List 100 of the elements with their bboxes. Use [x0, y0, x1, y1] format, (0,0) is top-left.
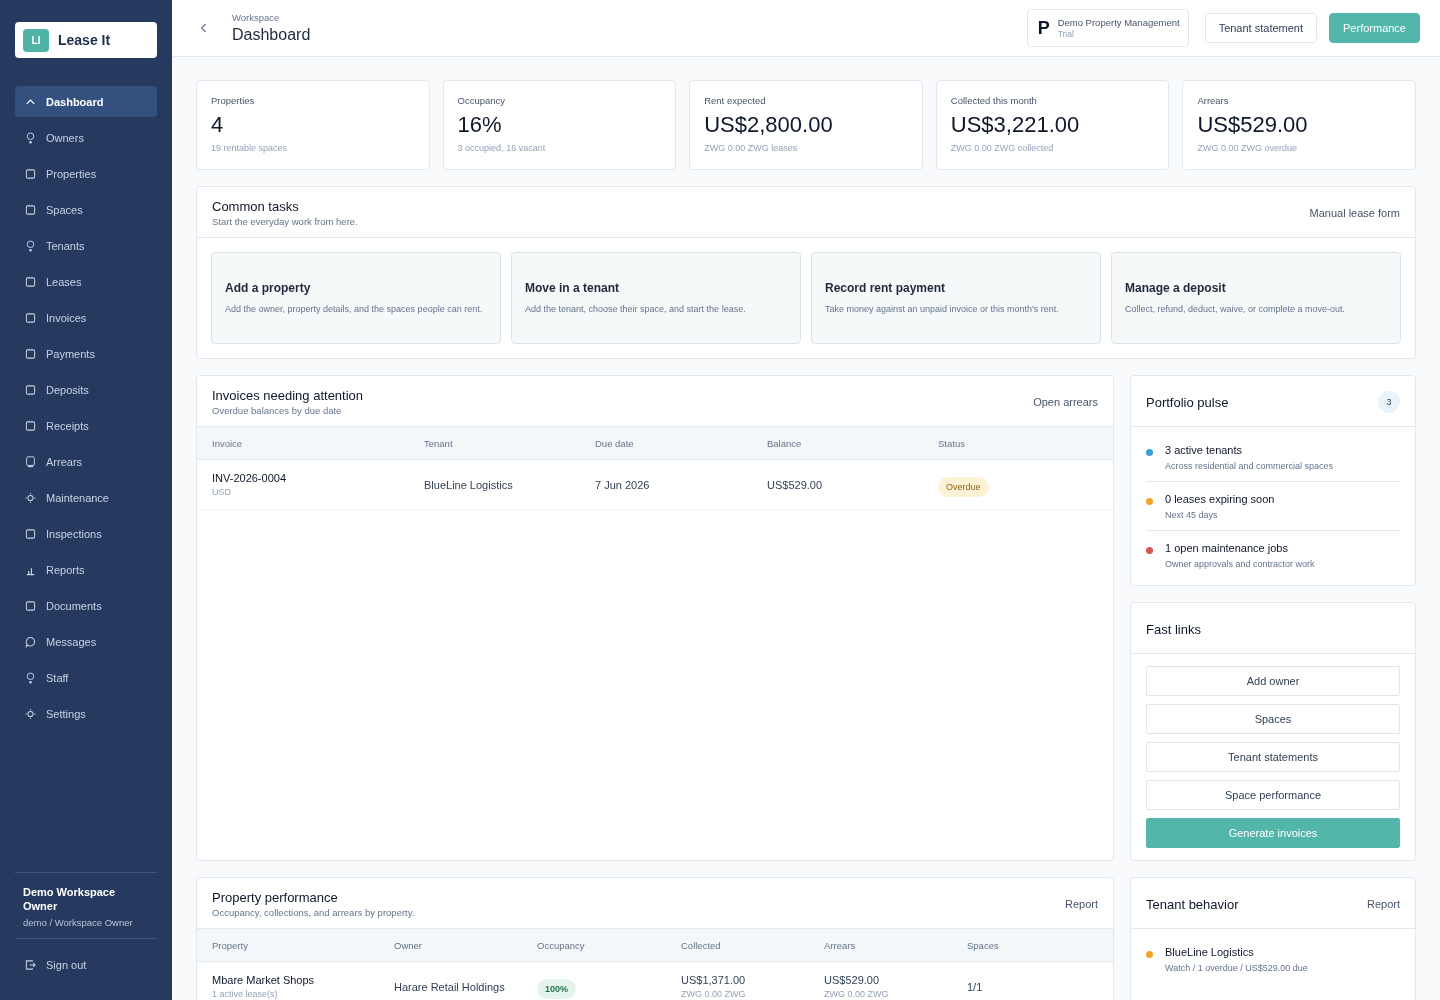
nav-item[interactable]: Payments — [15, 338, 157, 369]
task-description: Add the owner, property details, and the spaces people can rent. — [225, 302, 484, 316]
nav-item[interactable]: Invoices — [15, 302, 157, 333]
pulse-note: Next 45 days — [1165, 510, 1219, 520]
nav-item[interactable]: Owners — [15, 122, 157, 153]
table-cell-text: BlueLine Logistics — [424, 478, 514, 491]
settings-icon — [25, 491, 36, 504]
logo-badge: LI — [23, 28, 49, 52]
lease-count: 1 active lease(s) — [212, 989, 279, 999]
table-cell-text: US$529.00 — [767, 478, 824, 491]
link-button[interactable]: Space performance — [1146, 780, 1400, 810]
square-icon — [25, 599, 36, 612]
breadcrumb: Workspace — [232, 12, 281, 23]
status-badge: Overdue — [938, 476, 989, 497]
pulse-note: Across residential and commercial spaces — [1165, 461, 1334, 471]
card-title: Common tasks — [212, 199, 300, 214]
nav-item[interactable]: Maintenance — [15, 482, 157, 513]
column-header: Tenant — [424, 437, 454, 449]
square-icon — [25, 383, 36, 396]
link-button[interactable]: Spaces — [1146, 704, 1400, 734]
stat-label: Arrears — [1197, 95, 1230, 106]
tablet-icon — [25, 455, 36, 468]
stat-value: 4 — [211, 112, 225, 138]
card-title: Fast links — [1146, 621, 1201, 637]
tenant-note: Watch / 1 overdue / US$529.00 due — [1165, 963, 1308, 973]
person-icon — [25, 131, 36, 144]
report-link[interactable]: Report — [1064, 898, 1098, 910]
sign-out-link[interactable]: Sign out — [15, 949, 157, 980]
task-title: Move in a tenant — [525, 280, 620, 295]
nav-item[interactable]: Tenants — [15, 230, 157, 261]
column-header: Status — [938, 437, 966, 449]
nav-item[interactable]: Deposits — [15, 374, 157, 405]
manual-lease-link[interactable]: Manual lease form — [1309, 207, 1400, 219]
square-icon — [25, 275, 36, 288]
task-tile[interactable]: Manage a deposit Collect, refund, deduct, waive, or complete a move-out. — [1111, 252, 1401, 344]
column-header: Invoice — [212, 437, 244, 449]
column-header: Arrears — [824, 939, 857, 951]
nav-item[interactable]: Properties — [15, 158, 157, 189]
task-title: Add a property — [225, 280, 312, 295]
settings-icon — [25, 707, 36, 720]
link-button[interactable]: Tenant statements — [1146, 742, 1400, 772]
square-icon — [25, 347, 36, 360]
table-cell-text: 7 Jun 2026 — [595, 478, 651, 491]
column-header: Spaces — [967, 939, 1000, 951]
brand-name: Lease It — [58, 32, 111, 48]
nav-item[interactable]: Spaces — [15, 194, 157, 225]
task-description: Collect, refund, deduct, waive, or complete a move-out. — [1125, 302, 1347, 316]
table-cell-text: Harare Retail Holdings — [394, 980, 506, 993]
nav-item[interactable]: Reports — [15, 554, 157, 585]
nav-item[interactable]: Settings — [15, 698, 157, 729]
statement-button[interactable]: Tenant statement — [1204, 13, 1317, 43]
stat-value: US$529.00 — [1197, 112, 1309, 138]
tenant-name: BlueLine Logistics — [1165, 946, 1255, 958]
chat-icon — [25, 635, 36, 648]
organization-initial: P — [1037, 17, 1050, 39]
person-icon — [25, 239, 36, 252]
stat-label: Rent expected — [704, 95, 767, 106]
column-header: Collected — [681, 939, 722, 951]
card-subtitle: Start the everyday work from here. — [212, 216, 358, 227]
card-title: Invoices needing attention — [212, 388, 364, 403]
count-badge: 3 — [1378, 391, 1400, 413]
nav-item[interactable]: Leases — [15, 266, 157, 297]
page-title: Dashboard — [232, 26, 312, 44]
task-tile[interactable]: Add a property Add the owner, property details, and the spaces people can rent. — [211, 252, 501, 344]
stat-note: 19 rentable spaces — [211, 143, 289, 153]
task-tile[interactable]: Move in a tenant Add the tenant, choose their space, and start the lease. — [511, 252, 801, 344]
nav-item[interactable]: Staff — [15, 662, 157, 693]
nav-item[interactable]: Arrears — [15, 446, 157, 477]
open-arrears-link[interactable]: Open arrears — [1033, 396, 1098, 408]
pulse-title: 3 active tenants — [1165, 444, 1244, 456]
table-cell-text: 1/1 — [967, 980, 984, 993]
card-subtitle: Overdue balances by due date — [212, 405, 343, 416]
user-role: demo / Workspace Owner — [23, 917, 134, 928]
task-tile[interactable]: Record rent payment Take money against an unpaid invoice or this month's rent. — [811, 252, 1101, 344]
column-header: Balance — [767, 437, 803, 449]
report-link[interactable]: Report — [1366, 898, 1400, 910]
link-button[interactable]: Add owner — [1146, 666, 1400, 696]
table-cell-text: US$529.00 — [824, 974, 881, 986]
back-icon[interactable] — [200, 22, 208, 34]
card-title: Tenant behavior — [1146, 896, 1239, 912]
currency-label: USD — [212, 487, 232, 497]
nav-item[interactable]: Inspections — [15, 518, 157, 549]
table-cell-text: ZWG 0.00 ZWG — [824, 989, 890, 999]
stat-value: US$3,221.00 — [950, 112, 1081, 138]
column-header: Owner — [394, 939, 423, 951]
stat-note: 3 occupied, 16 vacant — [457, 143, 547, 153]
nav-item[interactable]: Documents — [15, 590, 157, 621]
task-title: Record rent payment — [825, 280, 947, 295]
stat-value: 16% — [457, 112, 503, 138]
property-name: Mbare Market Shops — [212, 974, 316, 986]
stat-note: ZWG 0.00 ZWG collected — [950, 143, 1055, 153]
nav-item[interactable]: Receipts — [15, 410, 157, 441]
square-icon — [25, 203, 36, 216]
column-header: Property — [212, 939, 249, 951]
card-title: Portfolio pulse — [1146, 394, 1229, 410]
stat-note: ZWG 0.00 ZWG overdue — [1197, 143, 1298, 153]
nav-item[interactable]: Dashboard — [15, 86, 157, 117]
nav-item[interactable]: Messages — [15, 626, 157, 657]
task-description: Add the tenant, choose their space, and start the lease. — [525, 302, 747, 316]
square-icon — [25, 311, 36, 324]
